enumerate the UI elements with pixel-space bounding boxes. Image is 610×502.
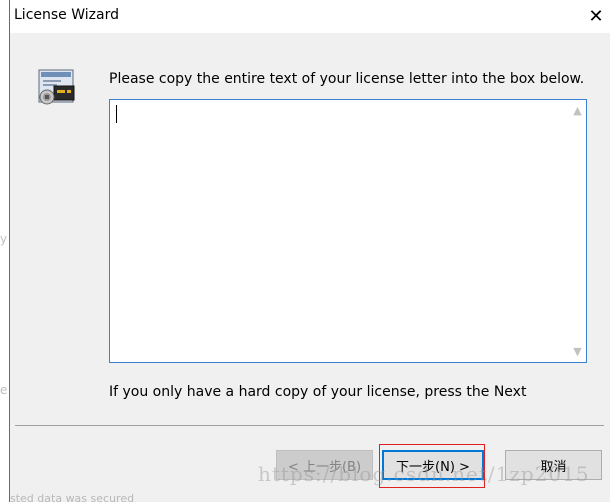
scroll-down-icon[interactable]: ▼ bbox=[569, 343, 586, 360]
hint-line: If you only have a hard copy of your lic… bbox=[109, 384, 527, 400]
next-button[interactable]: 下一步(N) > bbox=[382, 450, 484, 480]
close-button[interactable]: ✕ bbox=[582, 0, 610, 32]
back-button[interactable]: < 上一步(B) bbox=[276, 450, 373, 480]
cancel-button[interactable]: 取消 bbox=[505, 450, 602, 480]
scroll-up-icon[interactable]: ▲ bbox=[569, 102, 586, 119]
background-text-fragment: y bbox=[0, 232, 8, 246]
background-text-fragment: e bbox=[0, 383, 8, 397]
text-caret bbox=[116, 105, 117, 123]
divider-line bbox=[15, 425, 604, 426]
window-title: License Wizard bbox=[14, 7, 119, 23]
instruction-text: Please copy the entire text of your lice… bbox=[109, 71, 585, 87]
license-text-area[interactable]: ▲ ▼ bbox=[109, 99, 587, 363]
background-text-fragment: sted data was secured bbox=[10, 492, 135, 502]
dialog-client-area: Please copy the entire text of your lice… bbox=[10, 33, 610, 502]
close-icon: ✕ bbox=[588, 5, 604, 27]
hard-copy-hint: If you only have a hard copy of your lic… bbox=[109, 383, 569, 409]
title-bar[interactable]: License Wizard ✕ bbox=[10, 0, 610, 32]
vertical-scrollbar[interactable]: ▲ ▼ bbox=[569, 100, 586, 362]
license-certificate-icon bbox=[38, 69, 75, 105]
license-wizard-dialog: y e License Wizard ✕ Please copy the ent… bbox=[0, 0, 610, 502]
